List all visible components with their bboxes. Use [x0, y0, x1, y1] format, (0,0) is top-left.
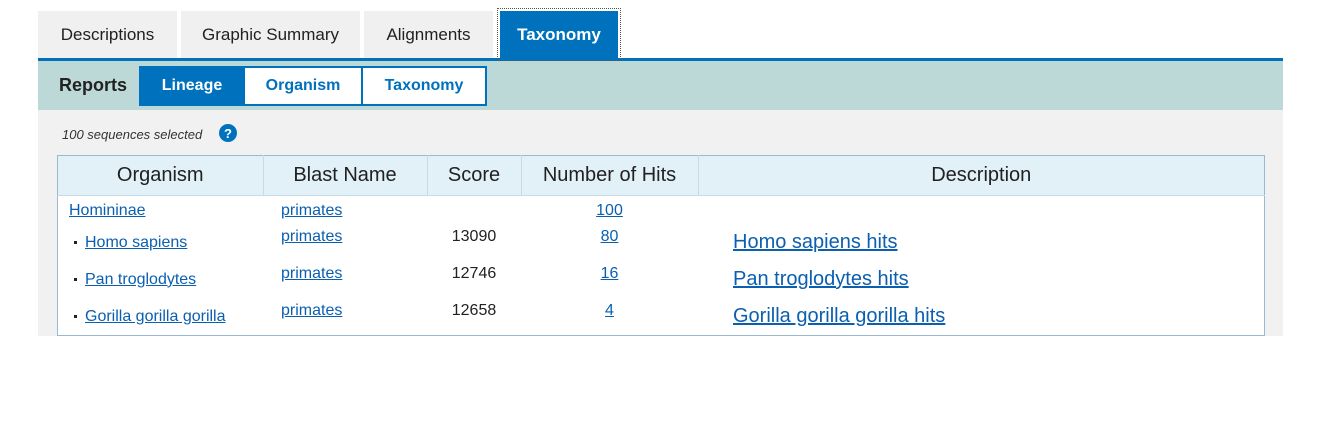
- report-panel: 100 sequences selected ? Organism Blast …: [38, 110, 1283, 336]
- help-icon[interactable]: ?: [219, 124, 237, 142]
- hits-link[interactable]: 4: [605, 302, 614, 319]
- reports-bar: Reports Lineage Organism Taxonomy: [38, 61, 1283, 110]
- table-row-group: Homininae primates 100: [58, 196, 1265, 225]
- results-tabs: Descriptions Graphic Summary Alignments …: [38, 8, 1283, 61]
- description-link[interactable]: Pan troglodytes hits: [733, 268, 909, 290]
- cell-score: 12746: [451, 265, 497, 282]
- cell-score: 12658: [451, 302, 497, 319]
- sequences-selected-note: 100 sequences selected: [62, 127, 203, 142]
- cell-blast-name: primates: [263, 261, 427, 298]
- cell-hits: 4: [521, 298, 698, 336]
- blast-name-link[interactable]: primates: [281, 228, 342, 245]
- cell-blast-name: primates: [263, 224, 427, 261]
- blast-name-link[interactable]: primates: [281, 265, 342, 282]
- organism-link[interactable]: Pan troglodytes: [85, 271, 196, 288]
- table-row: Gorilla gorilla gorilla primates 12658 4…: [58, 298, 1265, 336]
- tab-alignments[interactable]: Alignments: [364, 11, 493, 58]
- hits-link[interactable]: 80: [601, 228, 619, 245]
- cell-organism: Pan troglodytes: [58, 261, 264, 298]
- cell-description: Pan troglodytes hits: [698, 261, 1265, 298]
- column-header-organism: Organism: [57, 155, 264, 196]
- cell-organism: Homininae: [58, 196, 264, 225]
- tab-taxonomy[interactable]: Taxonomy: [497, 8, 621, 61]
- cell-hits: 16: [521, 261, 698, 298]
- cell-hits: 80: [521, 224, 698, 261]
- hits-link[interactable]: 16: [601, 265, 619, 282]
- column-header-blast-name: Blast Name: [263, 155, 428, 196]
- table-row: Homo sapiens primates 13090 80 Homo sapi…: [58, 224, 1265, 261]
- hits-link[interactable]: 100: [596, 202, 623, 219]
- lineage-table: Organism Blast Name Score Number of Hits…: [57, 155, 1265, 336]
- report-tab-organism[interactable]: Organism: [243, 65, 364, 106]
- table-header-row: Organism Blast Name Score Number of Hits…: [57, 155, 1265, 196]
- bullet-marker: [74, 314, 77, 318]
- bullet-marker: [74, 277, 77, 281]
- blast-name-link[interactable]: primates: [281, 302, 342, 319]
- description-link[interactable]: Homo sapiens hits: [733, 231, 898, 253]
- column-header-score: Score: [427, 155, 522, 196]
- cell-description: Homo sapiens hits: [698, 224, 1265, 261]
- tab-graphic-summary[interactable]: Graphic Summary: [181, 11, 360, 58]
- cell-organism: Homo sapiens: [58, 224, 264, 261]
- tab-descriptions[interactable]: Descriptions: [38, 11, 177, 58]
- cell-blast-name: primates: [263, 196, 427, 225]
- report-tab-lineage[interactable]: Lineage: [139, 65, 246, 106]
- column-header-description: Description: [698, 155, 1265, 196]
- cell-hits: 100: [521, 196, 698, 225]
- cell-blast-name: primates: [263, 298, 427, 336]
- reports-label: Reports: [59, 75, 128, 95]
- description-link[interactable]: Gorilla gorilla gorilla hits: [733, 305, 945, 327]
- blast-name-link[interactable]: primates: [281, 202, 342, 219]
- cell-description: Gorilla gorilla gorilla hits: [698, 298, 1265, 336]
- cell-score: [427, 196, 521, 225]
- cell-description: [698, 196, 1265, 225]
- report-tab-taxonomy[interactable]: Taxonomy: [361, 65, 488, 106]
- bullet-marker: [74, 240, 77, 244]
- cell-score: 13090: [451, 228, 497, 245]
- organism-link[interactable]: Homo sapiens: [85, 234, 187, 251]
- organism-link[interactable]: Gorilla gorilla gorilla: [85, 308, 226, 325]
- column-header-number-of-hits: Number of Hits: [521, 155, 699, 196]
- taxonomy-report-page: Descriptions Graphic Summary Alignments …: [38, 8, 1283, 336]
- organism-link[interactable]: Homininae: [69, 202, 145, 219]
- table-row: Pan troglodytes primates 12746 16 Pan tr…: [58, 261, 1265, 298]
- cell-organism: Gorilla gorilla gorilla: [58, 298, 264, 336]
